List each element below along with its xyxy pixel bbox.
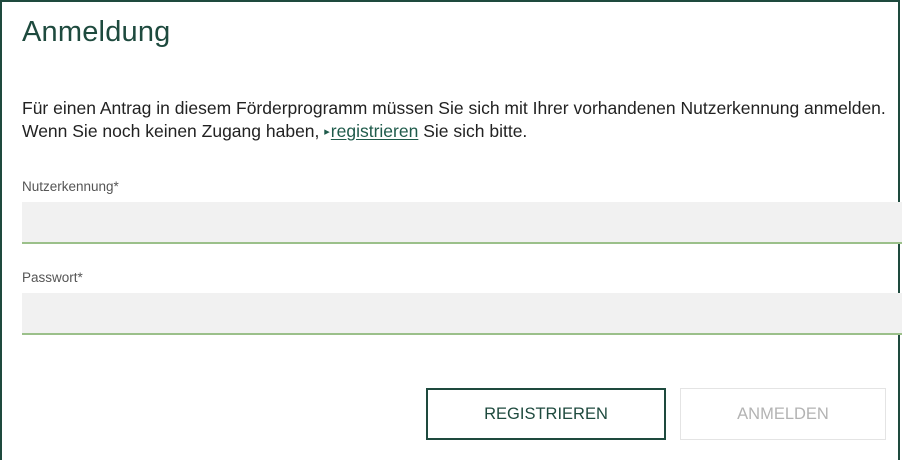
register-link-label: registrieren — [330, 121, 419, 141]
intro-text: Für einen Antrag in diesem Förderprogram… — [22, 97, 892, 144]
register-button[interactable]: REGISTRIEREN — [426, 388, 666, 440]
link-arrow-icon: ▸ — [324, 126, 330, 138]
password-field[interactable] — [22, 293, 902, 335]
page-title: Anmeldung — [22, 16, 171, 48]
register-link[interactable]: ▸registrieren — [324, 121, 418, 141]
intro-text-end: Sie sich bitte. — [418, 121, 528, 141]
password-label: Passwort* — [22, 270, 83, 285]
username-field[interactable] — [22, 202, 902, 244]
login-panel: Anmeldung Für einen Antrag in diesem För… — [0, 0, 902, 460]
username-label: Nutzerkennung* — [22, 179, 119, 194]
login-button[interactable]: ANMELDEN — [680, 388, 886, 440]
